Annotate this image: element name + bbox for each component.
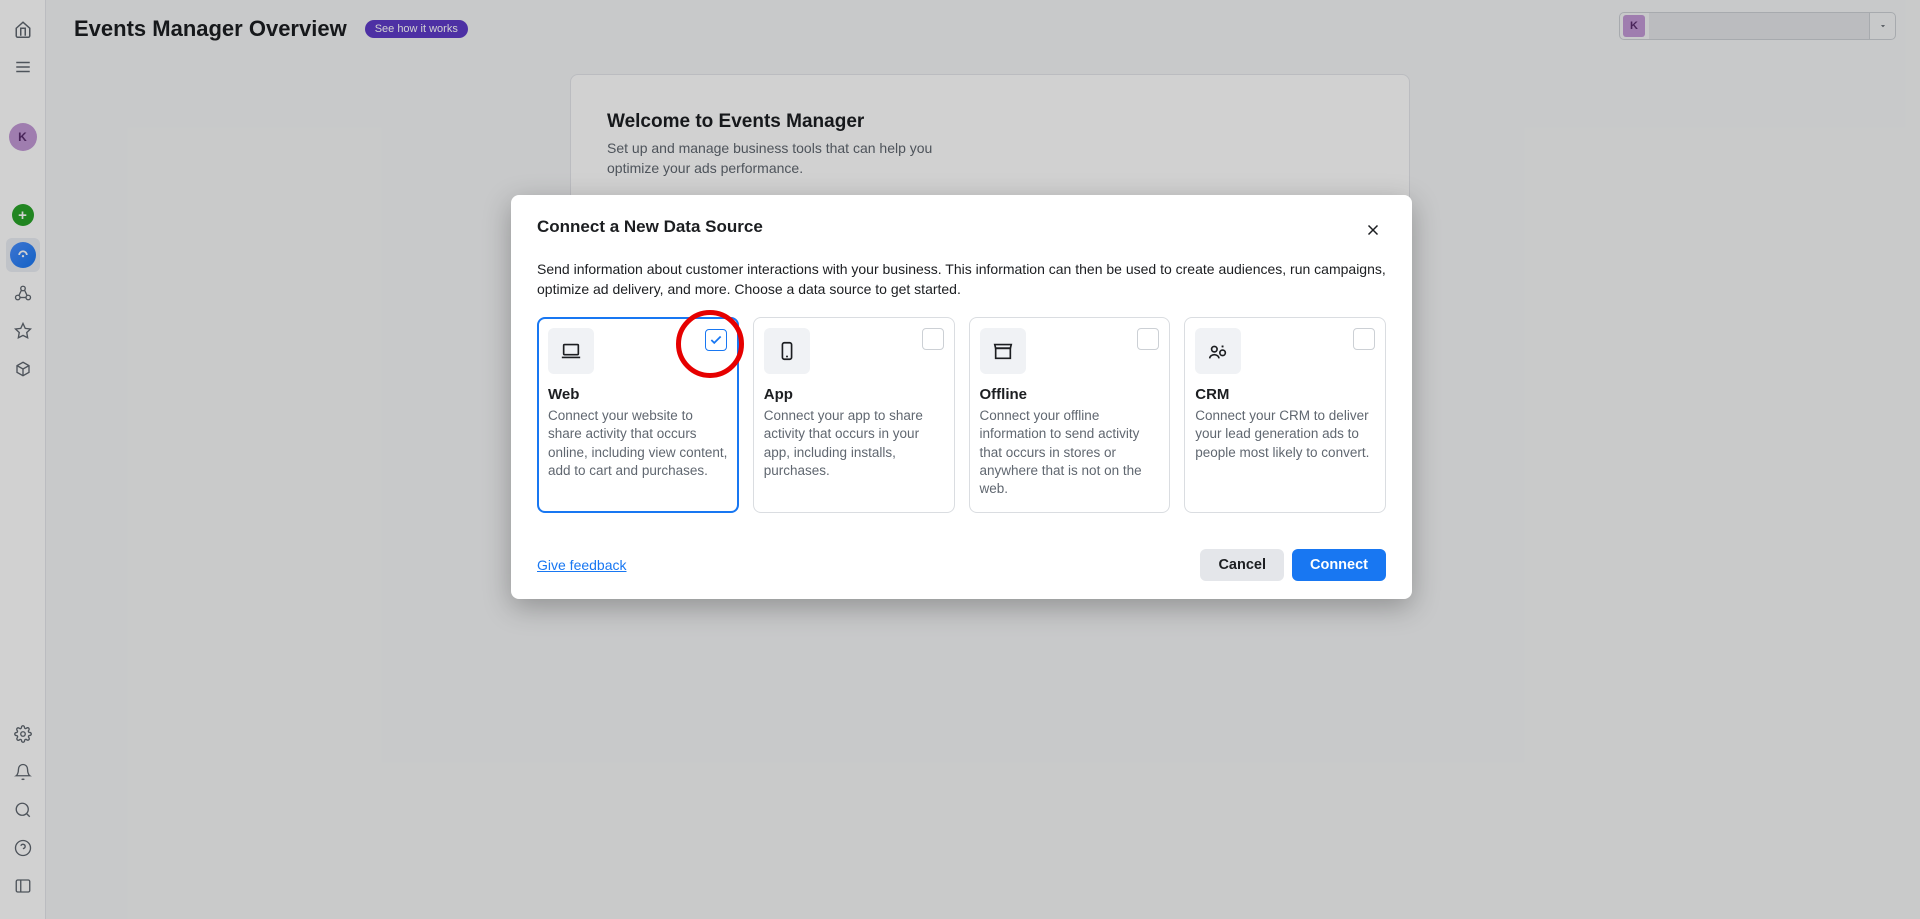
option-web-title: Web	[548, 386, 728, 403]
check-icon	[709, 333, 723, 347]
close-icon	[1364, 221, 1382, 239]
option-web-checkbox[interactable]	[705, 329, 727, 351]
modal-subtitle: Send information about customer interact…	[537, 260, 1386, 299]
connect-data-source-modal: Connect a New Data Source Send informati…	[511, 195, 1412, 599]
modal-title: Connect a New Data Source	[537, 217, 763, 237]
option-app-title: App	[764, 386, 944, 403]
option-crm-title: CRM	[1195, 386, 1375, 403]
data-source-options: Web Connect your website to share activi…	[537, 317, 1386, 513]
option-crm[interactable]: CRM Connect your CRM to deliver your lea…	[1184, 317, 1386, 513]
option-offline-checkbox[interactable]	[1137, 328, 1159, 350]
phone-icon	[764, 328, 810, 374]
connect-button[interactable]: Connect	[1292, 549, 1386, 581]
option-web[interactable]: Web Connect your website to share activi…	[537, 317, 739, 513]
option-crm-desc: Connect your CRM to deliver your lead ge…	[1195, 407, 1375, 462]
store-icon	[980, 328, 1026, 374]
cancel-button[interactable]: Cancel	[1200, 549, 1284, 581]
option-web-desc: Connect your website to share activity t…	[548, 407, 728, 480]
close-button[interactable]	[1360, 217, 1386, 248]
option-offline-desc: Connect your offline information to send…	[980, 407, 1160, 498]
option-offline-title: Offline	[980, 386, 1160, 403]
option-offline[interactable]: Offline Connect your offline information…	[969, 317, 1171, 513]
people-icon	[1195, 328, 1241, 374]
option-app-checkbox[interactable]	[922, 328, 944, 350]
option-app[interactable]: App Connect your app to share activity t…	[753, 317, 955, 513]
option-crm-checkbox[interactable]	[1353, 328, 1375, 350]
give-feedback-link[interactable]: Give feedback	[537, 557, 627, 573]
option-app-desc: Connect your app to share activity that …	[764, 407, 944, 480]
laptop-icon	[548, 328, 594, 374]
